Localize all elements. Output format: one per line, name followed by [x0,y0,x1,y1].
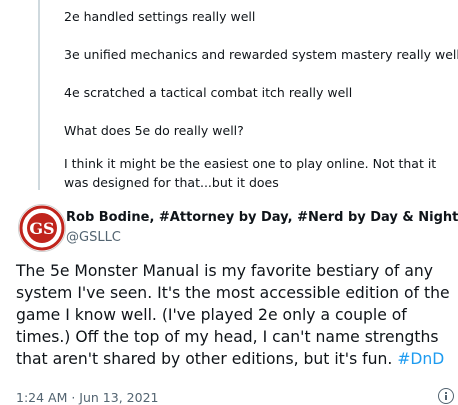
quoted-line: was designed for that...but it does [64,175,279,190]
quoted-line: 3e unified mechanics and rewarded system… [64,47,458,62]
avatar[interactable]: GS [18,204,66,252]
avatar-logo-icon: GS [19,205,65,251]
author-handle[interactable]: @GSLLC [66,230,121,245]
quoted-line: 4e scratched a tactical combat itch real… [64,85,353,100]
tweet-body: The 5e Monster Manual is my favorite bes… [16,260,456,370]
quoted-line: What does 5e do really well? [64,123,244,138]
author-name[interactable]: Rob Bodine, #Attorney by Day, #Nerd by D… [66,210,458,225]
hashtag-link[interactable]: #DnD [397,350,444,368]
tweet-text: The 5e Monster Manual is my favorite bes… [16,262,450,368]
quoted-line: 2e handled settings really well [64,9,256,24]
info-icon[interactable] [438,388,454,404]
tweet-timestamp[interactable]: 1:24 AM · Jun 13, 2021 [16,390,158,405]
quoted-line: I think it might be the easiest one to p… [64,156,437,171]
thread-connector-line [38,0,40,190]
svg-text:GS: GS [29,219,54,238]
